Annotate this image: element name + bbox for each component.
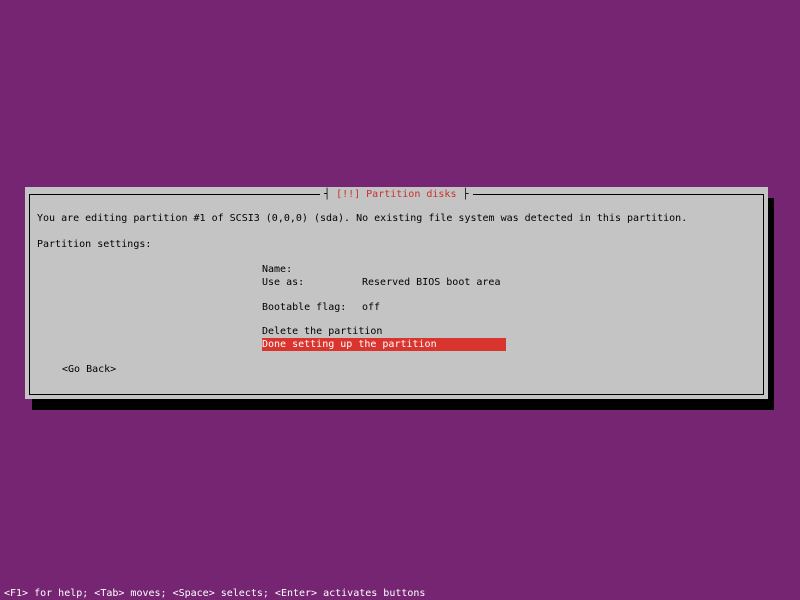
delete-partition-option[interactable]: Delete the partition (262, 325, 382, 338)
dialog-title: ┤ [!!] Partition disks ├ (320, 188, 473, 202)
partition-description: You are editing partition #1 of SCSI3 (0… (37, 213, 688, 224)
partition-settings-heading: Partition settings: (37, 239, 152, 250)
field-name-label[interactable]: Name: (262, 263, 292, 276)
done-setting-up-partition-option[interactable]: Done setting up the partition (262, 338, 506, 351)
field-bootable-flag-value: off (362, 302, 381, 313)
go-back-button[interactable]: <Go Back> (62, 363, 116, 376)
help-statusbar: <F1> for help; <Tab> moves; <Space> sele… (4, 588, 426, 599)
dialog-title-text: [!!] Partition disks (336, 189, 457, 200)
field-use-as-label[interactable]: Use as: (262, 276, 304, 289)
field-use-as-value: Reserved BIOS boot area (362, 277, 501, 288)
field-bootable-flag-label[interactable]: Bootable flag: (262, 301, 346, 314)
partition-dialog: ┤ [!!] Partition disks ├ You are editing… (25, 187, 768, 399)
